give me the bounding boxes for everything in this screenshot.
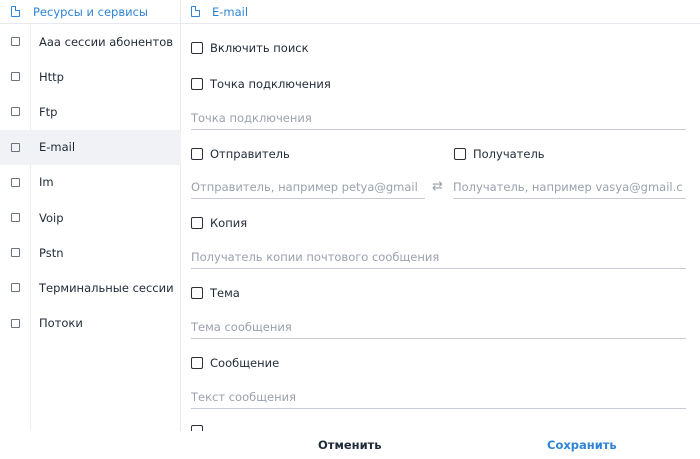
swap-arrows-icon[interactable]: ⇄: [432, 179, 443, 194]
checkbox-box[interactable]: [191, 78, 203, 90]
recipient-placeholder: Получатель, например vasya@gmail.c: [453, 180, 683, 194]
list-item-ftp[interactable]: Ftp: [0, 94, 181, 129]
sender-label: Отправитель: [210, 147, 290, 161]
enable-search-checkbox[interactable]: Включить поиск: [191, 41, 309, 55]
recipient-checkbox[interactable]: Получатель: [454, 147, 545, 161]
connection-point-label: Точка подключения: [210, 77, 331, 91]
resources-panel: Ресурсы и сервисы Aaa сессии абонентов H…: [0, 0, 181, 431]
copy-checkbox[interactable]: Копия: [191, 216, 247, 230]
list-item-im[interactable]: Im: [0, 165, 181, 200]
sender-checkbox[interactable]: Отправитель: [191, 147, 290, 161]
sender-placeholder: Отправитель, например petya@gmail: [191, 180, 418, 194]
list-item-label: Потоки: [39, 316, 83, 331]
subject-checkbox[interactable]: Тема: [191, 286, 240, 300]
row-checkbox[interactable]: [11, 283, 20, 293]
list-item-label: Im: [39, 175, 54, 190]
connection-point-checkbox[interactable]: Точка подключения: [191, 77, 331, 91]
list-item-label: Aaa сессии абонентов: [39, 34, 174, 49]
sender-input[interactable]: Отправитель, например petya@gmail: [191, 177, 425, 199]
recipient-label: Получатель: [473, 147, 545, 161]
list-item-label: Ftp: [39, 104, 58, 119]
row-checkbox[interactable]: [11, 213, 20, 223]
email-title: E-mail: [212, 4, 249, 19]
list-item-label: Терминальные сессии: [39, 280, 174, 295]
recipient-input[interactable]: Получатель, например vasya@gmail.c: [453, 177, 686, 199]
row-checkbox[interactable]: [11, 37, 20, 47]
email-filter-panel: E-mail Включить поиск Точка подключения …: [181, 0, 700, 431]
checkbox-box[interactable]: [191, 357, 203, 369]
list-item-email[interactable]: E-mail: [0, 129, 181, 165]
copy-input[interactable]: Получатель копии почтового сообщения: [191, 247, 686, 269]
enable-search-label: Включить поиск: [210, 41, 309, 55]
connection-point-placeholder: Точка подключения: [191, 111, 312, 125]
message-checkbox[interactable]: Сообщение: [191, 356, 279, 370]
resources-header: Ресурсы и сервисы: [0, 0, 181, 24]
row-checkbox[interactable]: [11, 107, 20, 117]
subject-placeholder: Тема сообщения: [191, 320, 292, 334]
document-icon: [191, 5, 201, 17]
checkbox-box[interactable]: [454, 148, 466, 160]
row-checkbox[interactable]: [11, 318, 20, 328]
row-checkbox[interactable]: [11, 248, 20, 258]
document-icon: [11, 5, 21, 17]
list-item-label: Voip: [39, 210, 64, 225]
connection-point-input[interactable]: Точка подключения: [191, 108, 686, 130]
list-item-aaa[interactable]: Aaa сессии абонентов: [0, 24, 181, 59]
message-placeholder: Текст сообщения: [191, 390, 297, 404]
cancel-button[interactable]: Отменить: [318, 438, 382, 452]
row-checkbox[interactable]: [11, 72, 20, 82]
copy-label: Копия: [210, 216, 248, 230]
resources-list: Aaa сессии абонентов Http Ftp E-mail Im …: [0, 24, 181, 431]
row-checkbox[interactable]: [11, 177, 20, 187]
checkbox-box[interactable]: [191, 42, 203, 54]
subject-input[interactable]: Тема сообщения: [191, 317, 686, 339]
row-checkbox[interactable]: [11, 142, 20, 152]
list-item-voip[interactable]: Voip: [0, 200, 181, 235]
email-header: E-mail: [181, 0, 700, 24]
checkbox-box[interactable]: [191, 148, 203, 160]
checkbox-box[interactable]: [191, 287, 203, 299]
list-item-label: Http: [39, 69, 64, 84]
save-button[interactable]: Сохранить: [547, 438, 617, 452]
checkbox-box[interactable]: [191, 217, 203, 229]
message-label: Сообщение: [210, 356, 280, 370]
list-item-label: E-mail: [39, 140, 76, 155]
message-input[interactable]: Текст сообщения: [191, 387, 686, 409]
list-item-http[interactable]: Http: [0, 59, 181, 94]
list-item-flows[interactable]: Потоки: [0, 306, 181, 341]
dialog-footer: Отменить Сохранить: [0, 431, 700, 459]
list-item-label: Pstn: [39, 245, 64, 260]
subject-label: Тема: [210, 286, 240, 300]
copy-placeholder: Получатель копии почтового сообщения: [191, 250, 440, 264]
list-item-terminal-sessions[interactable]: Терминальные сессии: [0, 270, 181, 305]
list-item-pstn[interactable]: Pstn: [0, 235, 181, 270]
resources-title: Ресурсы и сервисы: [33, 4, 148, 19]
